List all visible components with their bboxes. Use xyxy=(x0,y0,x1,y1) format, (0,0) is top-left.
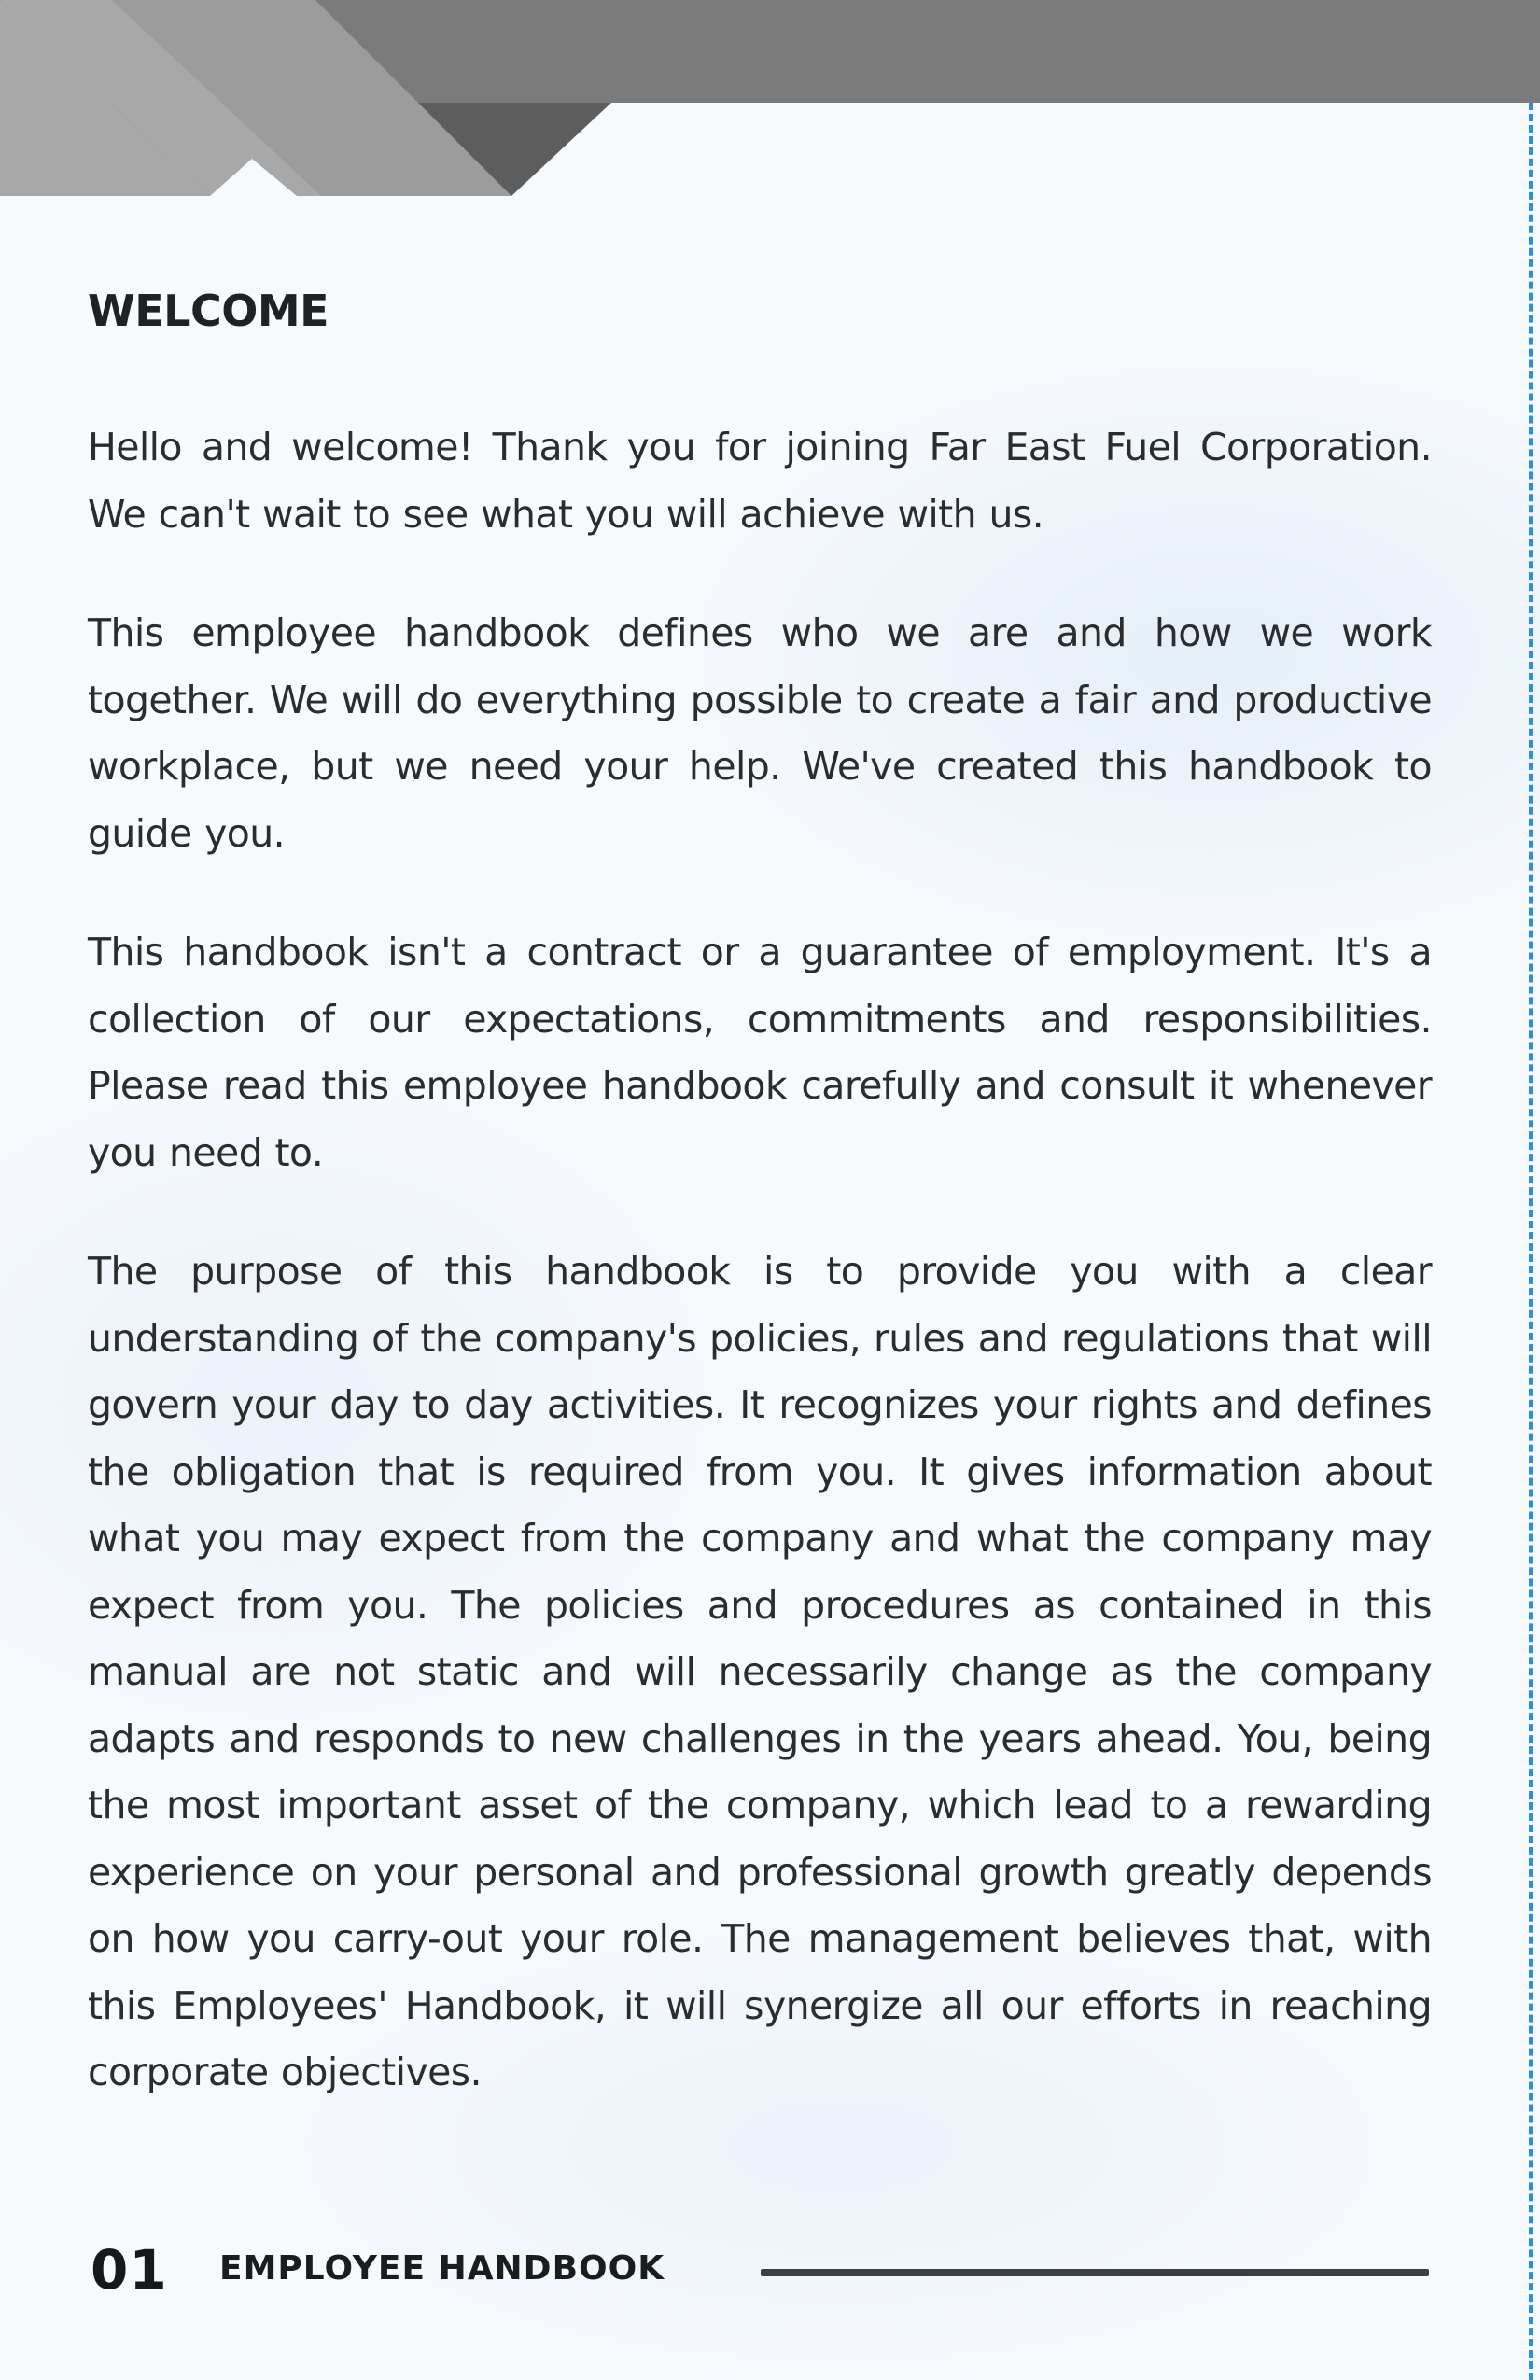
page-title: WELCOME xyxy=(88,286,329,336)
footer: 01 EMPLOYEE HANDBOOK xyxy=(91,2233,1435,2307)
paragraph-3: This handbook isn't a contract or a guar… xyxy=(88,930,1433,1175)
footer-title: EMPLOYEE HANDBOOK xyxy=(219,2249,665,2288)
paragraph-1: Hello and welcome! Thank you for joining… xyxy=(88,425,1433,537)
page: WELCOME Hello and welcome! Thank you for… xyxy=(0,0,1540,2380)
main-content: WELCOME Hello and welcome! Thank you for… xyxy=(88,285,1433,2159)
dashed-right-border xyxy=(1529,103,1533,2380)
header-decoration xyxy=(0,0,1540,196)
paragraph-2: This employee handbook defines who we ar… xyxy=(88,610,1433,856)
paragraph-4: The purpose of this handbook is to provi… xyxy=(88,1249,1433,2094)
page-number: 01 xyxy=(91,2238,168,2302)
footer-rule xyxy=(761,2269,1429,2276)
